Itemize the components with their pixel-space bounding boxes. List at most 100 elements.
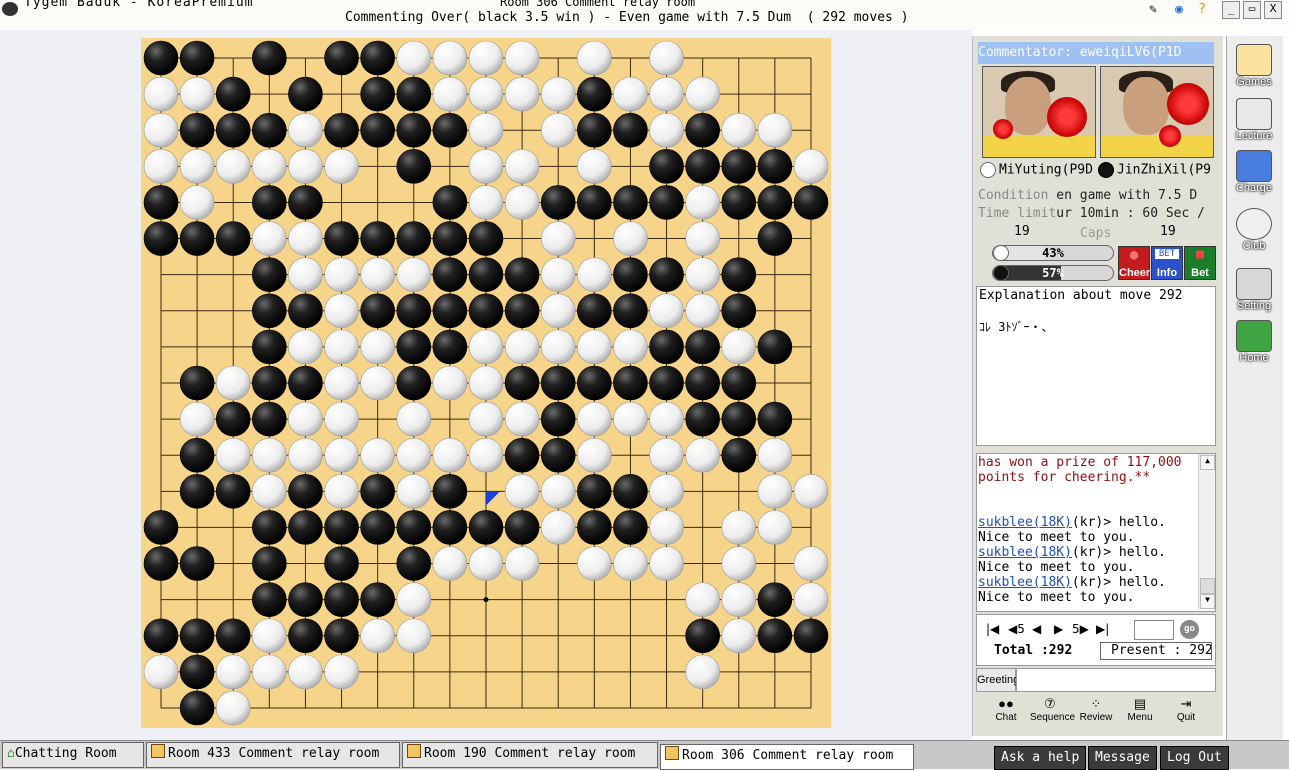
white-stone [215, 690, 251, 726]
white-stone [685, 582, 720, 617]
white-stone [721, 329, 757, 365]
sidebar-item-club[interactable]: Club [1230, 208, 1278, 256]
white-stone [468, 40, 504, 76]
menu-tool-button[interactable]: ▤ Menu [1120, 696, 1160, 726]
sidebar-item-charge[interactable]: Charge [1230, 150, 1278, 198]
greeting-input[interactable] [1016, 668, 1216, 692]
minimize-button[interactable]: _ [1222, 1, 1240, 19]
white-stone [649, 510, 684, 545]
scroll-up-icon[interactable]: ▲ [1200, 455, 1215, 470]
chat-scrollbar[interactable]: ▲ ▼ [1198, 454, 1215, 609]
board-icon [407, 744, 421, 758]
sidebar-item-games[interactable]: Games [1230, 44, 1278, 92]
back-1-button[interactable]: ◀ [1032, 622, 1041, 636]
white-stone [577, 546, 612, 581]
go-board[interactable] [141, 38, 831, 728]
chat-user-link[interactable]: sukblee(18K) [978, 575, 1072, 590]
tab-chatting-room[interactable]: ⌂Chatting Room [2, 742, 144, 768]
quit-tool-button[interactable]: ⇥ Quit [1166, 696, 1206, 726]
black-stone [324, 221, 359, 256]
white-stone [288, 257, 323, 292]
black-stone [432, 257, 468, 292]
black-stone [396, 76, 432, 112]
chat-tool-button[interactable]: ●● Chat [986, 696, 1026, 726]
bet-button[interactable]: ■ Bet [1184, 246, 1216, 280]
maximize-button[interactable]: ▭ [1243, 1, 1261, 19]
white-stone [324, 329, 359, 365]
white-stone [540, 474, 576, 509]
black-stone [432, 329, 468, 365]
chat-tool-label: Chat [995, 712, 1017, 723]
explanation-box[interactable] [976, 286, 1216, 446]
white-stone [613, 401, 648, 437]
black-stone [504, 257, 540, 292]
sidebar-item-lecture[interactable]: Lecture [1230, 98, 1278, 146]
sidebar-item-setting[interactable]: Setting [1230, 268, 1278, 316]
chat-user-link[interactable]: sukblee(18K) [978, 515, 1072, 530]
search-icon[interactable]: ◉ [1170, 2, 1188, 18]
black-stone [288, 618, 323, 654]
condition-row: Condition en game with 7.5 D [978, 188, 1212, 203]
white-stone [396, 582, 432, 617]
lecture-icon [1236, 98, 1272, 130]
total-moves: Total :292 [994, 643, 1073, 658]
move-number-input[interactable] [1134, 620, 1174, 640]
back-5-button[interactable]: ◀5 [1008, 622, 1025, 636]
white-stone [468, 76, 504, 112]
forward-1-button[interactable]: ▶ [1054, 622, 1063, 636]
black-stone [252, 510, 287, 545]
white-stone [685, 437, 720, 473]
go-board-canvas[interactable] [141, 38, 831, 728]
chat-user-link[interactable]: sukblee(18K) [978, 545, 1072, 560]
black-stone [685, 401, 720, 437]
white-stone [685, 293, 720, 329]
pencil-icon[interactable]: ✎ [1144, 2, 1162, 18]
black-stone [504, 365, 540, 401]
white-stone [252, 149, 287, 184]
close-button[interactable]: X [1264, 1, 1282, 19]
first-move-button[interactable]: |◀ [986, 622, 999, 636]
go-button[interactable]: go [1180, 620, 1199, 639]
scroll-thumb[interactable] [1200, 578, 1215, 594]
home-icon: ⌂ [7, 746, 15, 761]
message-button[interactable]: Message [1088, 746, 1157, 770]
ask-help-button[interactable]: Ask a help [994, 746, 1087, 770]
white-stone [504, 76, 540, 112]
greeting-button[interactable]: Greeting [976, 668, 1019, 692]
white-stone [288, 149, 323, 184]
chat-message: sukblee(18K)(kr)> hello. [978, 545, 1166, 560]
black-stone [324, 510, 359, 545]
chat-message-text: (kr)> hello. [1071, 545, 1166, 560]
white-stone [396, 618, 432, 654]
white-stone [504, 474, 540, 509]
sidebar-label: Setting [1236, 300, 1272, 312]
forward-5-button[interactable]: 5▶ [1072, 622, 1089, 636]
last-move-button[interactable]: ▶| [1096, 622, 1109, 636]
sequence-tool-button[interactable]: ⑦ Sequence [1030, 696, 1075, 726]
bet-badge-icon: BET [1155, 249, 1179, 259]
info-button[interactable]: BET Info [1151, 246, 1183, 280]
review-tool-button[interactable]: ⁘ Review [1076, 696, 1116, 726]
black-stone [721, 401, 757, 437]
scroll-down-icon[interactable]: ▼ [1200, 594, 1215, 609]
black-stone [721, 365, 757, 401]
white-stone [685, 185, 720, 220]
logout-button[interactable]: Log Out [1160, 746, 1229, 770]
black-stone [432, 112, 468, 148]
white-stone [360, 329, 395, 365]
help-icon[interactable]: ? [1193, 2, 1211, 18]
player-black[interactable]: JinZhiXil(P9 [1098, 162, 1214, 178]
chat-message-text: (kr)> hello. [1071, 515, 1166, 530]
tab-room-190[interactable]: Room 190 Comment relay room [402, 742, 658, 768]
tab-room-306[interactable]: Room 306 Comment relay room [660, 744, 914, 770]
commentator-bar: Commentator: eweiqiLV6(P1D [978, 42, 1214, 64]
white-stone [577, 401, 612, 437]
sidebar-item-home[interactable]: Home [1230, 320, 1278, 368]
white-stone [685, 221, 720, 256]
player-white[interactable]: MiYuting(P9D [980, 162, 1096, 178]
white-stone [504, 329, 540, 365]
tab-room-433[interactable]: Room 433 Comment relay room [146, 742, 400, 768]
cheer-button[interactable]: ● Cheer [1118, 246, 1150, 280]
white-stone [432, 40, 468, 76]
black-stone [215, 76, 251, 112]
